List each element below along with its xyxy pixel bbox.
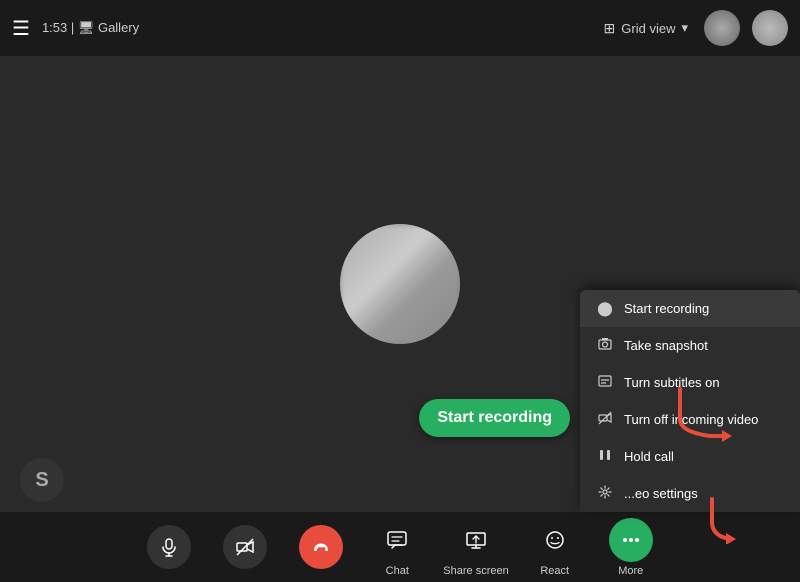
end-call-icon [310,536,332,558]
share-screen-label: Share screen [443,565,508,577]
snapshot-icon [596,337,614,354]
chat-button[interactable]: Chat [367,518,427,577]
grid-view-label: Grid view [621,21,675,36]
video-off-icon [235,537,255,557]
react-button[interactable]: React [525,518,585,577]
dropdown-item-label: Take snapshot [624,338,708,353]
dropdown-item-snapshot[interactable]: Take snapshot [580,327,800,364]
grid-icon: ⊞ [604,20,616,37]
user-avatar-1 [704,10,740,46]
dropdown-item-label: Start recording [624,301,709,316]
dropdown-item-start-recording[interactable]: ⬤ Start recording [580,290,800,327]
more-dots-icon [620,529,642,551]
chat-icon [386,529,408,551]
skype-icon: S [20,458,64,502]
video-button[interactable] [215,525,275,569]
skype-letter: S [35,469,48,492]
subtitles-icon [596,374,614,391]
react-label: React [540,565,569,577]
toolbar: Chat Share screen React [0,512,800,582]
hold-icon [596,448,614,465]
grid-view-button[interactable]: ⊞ Grid view ▾ [604,20,688,37]
center-participant [340,224,460,344]
avatar-area [704,10,788,46]
start-recording-badge: Start recording [419,399,570,437]
chevron-down-icon: ▾ [681,20,688,36]
chat-label: Chat [386,565,409,577]
more-label: More [618,565,643,577]
share-screen-icon-circle [454,518,498,562]
share-screen-button[interactable]: Share screen [443,518,508,577]
arrow-indicator-1 [660,384,740,444]
more-icon-circle [609,518,653,562]
react-icon-circle [533,518,577,562]
hamburger-button[interactable]: ☰ [12,16,30,41]
user-avatar-2 [752,10,788,46]
video-icon-circle [223,525,267,569]
video-off-icon [596,411,614,428]
more-button[interactable]: More [601,518,661,577]
record-icon: ⬤ [596,300,614,317]
header: ☰ 1:53 | 🖥 Gallery ⊞ Grid view ▾ [0,0,800,56]
mic-button[interactable] [139,525,199,569]
dropdown-item-label: Hold call [624,449,674,464]
mic-icon-circle [147,525,191,569]
end-call-icon-circle [299,525,343,569]
share-screen-icon [465,529,487,551]
react-emoji-icon [544,529,566,551]
mic-icon [159,537,179,557]
call-info: 1:53 | 🖥 Gallery [42,20,604,36]
chat-icon-circle [375,518,419,562]
arrow-indicator-2 [682,494,742,544]
end-call-button[interactable] [291,525,351,569]
settings-icon [596,485,614,502]
participant-avatar [340,224,460,344]
start-recording-text: Start recording [437,409,552,426]
